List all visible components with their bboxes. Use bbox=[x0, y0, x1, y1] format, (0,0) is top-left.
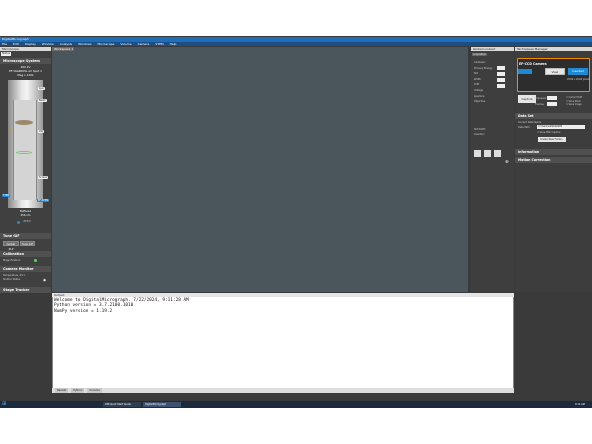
menu-help[interactable]: Help bbox=[170, 42, 177, 46]
calibration-status-icon bbox=[34, 259, 37, 262]
holder-value: 256 nm bbox=[20, 213, 31, 217]
calibration-header[interactable]: Calibration bbox=[0, 251, 51, 257]
inserted-button[interactable]: Inserted bbox=[568, 68, 588, 75]
global-lookout-header: Global Lookout bbox=[471, 47, 514, 51]
frames-label: Frames bbox=[535, 103, 544, 106]
camera-monitor-header[interactable]: Camera Monitor bbox=[0, 266, 51, 272]
tab-status[interactable]: Status bbox=[1, 52, 11, 56]
menu-stem[interactable]: STEM bbox=[155, 42, 163, 46]
screen-ring-icon bbox=[16, 151, 32, 154]
view-button[interactable]: View bbox=[545, 68, 565, 75]
menu-analysis[interactable]: Analysis bbox=[60, 42, 72, 46]
tab-results[interactable]: Results bbox=[55, 388, 69, 393]
eye-icon[interactable]: ◉ bbox=[43, 278, 47, 282]
shutter-row: Shutter Status bbox=[3, 277, 21, 281]
tab-acquisition[interactable]: Acquisition bbox=[472, 53, 488, 56]
camera-size-label: 2048 x 2048 pixels bbox=[567, 78, 590, 81]
camera-title: EF-CCD Camera bbox=[519, 62, 547, 66]
taskbar-item-guide[interactable]: DM Quick Start Guide bbox=[103, 402, 141, 407]
tool-button-1[interactable] bbox=[474, 150, 481, 157]
techniques-manager-header: Techniques Manager bbox=[515, 47, 592, 51]
ef-stem-tag[interactable]: EF-STEM bbox=[37, 199, 50, 202]
save-image-label: Save Image bbox=[568, 103, 582, 107]
taskbar-item-dm[interactable]: DigitalMicrograph bbox=[143, 402, 181, 407]
frames-input[interactable] bbox=[547, 102, 557, 106]
windows-start-icon[interactable]: ⊞ bbox=[2, 402, 7, 407]
current-data-name-label: Current Data Name bbox=[518, 121, 542, 124]
exposure-input[interactable] bbox=[547, 96, 557, 100]
holder-status: Buffered 256 nm bbox=[0, 210, 51, 217]
objective-tag[interactable]: Obj bbox=[38, 130, 45, 133]
insertion-status: Insertion bbox=[474, 133, 485, 136]
ftem-tag[interactable]: FTEM bbox=[2, 194, 11, 197]
window-title: DigitalMicrograph bbox=[2, 37, 29, 41]
output-console-text[interactable]: Welcome to DigitalMicrograph. 7/22/2024,… bbox=[54, 298, 189, 314]
column-body bbox=[13, 100, 37, 200]
slit-input[interactable] bbox=[497, 72, 505, 76]
tool-button-2[interactable] bbox=[484, 150, 491, 157]
center-zlp-button[interactable]: Center ZLP bbox=[3, 241, 19, 251]
tab-console[interactable]: Console bbox=[87, 388, 102, 393]
menu-camera[interactable]: Camera bbox=[138, 42, 150, 46]
mid-fields: Cartesian Primary Energy Slit Width Drif… bbox=[474, 60, 512, 105]
tune-gif-header[interactable]: Tune GIF bbox=[0, 233, 51, 239]
save-stack-label: Save Stack bbox=[568, 99, 581, 103]
capture-checkboxes: ☐ Correct Drift ☐ Save Stack ☐ Save Imag… bbox=[566, 96, 582, 107]
taskbar-clock: 9:14 AM bbox=[575, 403, 585, 406]
zero-status: ZERO bbox=[23, 220, 31, 223]
tab-workspace-1[interactable]: Workspace 1 bbox=[52, 47, 74, 51]
stage-tracker-header[interactable]: Stage Tracker bbox=[0, 287, 51, 293]
sample-icon bbox=[15, 120, 33, 125]
beam-tag[interactable]: Beam bbox=[38, 99, 47, 102]
indicator-dot-icon bbox=[9, 130, 11, 132]
information-header[interactable]: Information bbox=[515, 149, 592, 155]
calibration-row: Magnification bbox=[3, 259, 21, 262]
menu-windows[interactable]: Windows bbox=[78, 42, 91, 46]
output-tabs: Results Python Console bbox=[52, 388, 514, 393]
data-set-header[interactable]: Data Set bbox=[515, 113, 592, 119]
zero-icon bbox=[17, 221, 20, 224]
save-image-checkbox[interactable]: ☐ Save Image bbox=[566, 103, 582, 107]
data-path-label: Data Path bbox=[518, 126, 530, 129]
menu-microscope[interactable]: Microscope bbox=[98, 42, 115, 46]
field-objective: Objective bbox=[474, 100, 486, 104]
menu-volume[interactable]: Volume bbox=[120, 42, 131, 46]
camera-mode-toggle[interactable] bbox=[518, 69, 532, 74]
capture-button[interactable]: Capture bbox=[518, 95, 536, 103]
data-path-input[interactable]: C:\Users\Lab\Data\DM bbox=[537, 125, 585, 129]
gun-tag[interactable]: Gun bbox=[38, 87, 45, 90]
tune-gif-button[interactable]: Tune GIF bbox=[20, 241, 35, 246]
create-new-folder-button[interactable]: Create New Folder... bbox=[538, 137, 566, 142]
menu-display[interactable]: Display bbox=[25, 42, 36, 46]
mid-tool-buttons bbox=[474, 150, 510, 157]
add-icon[interactable]: ⊕ bbox=[505, 160, 510, 165]
save-after-capture-label: Save After Capture bbox=[539, 131, 561, 134]
tab-python[interactable]: Python bbox=[71, 388, 85, 393]
capture-labels: Exposure Frames bbox=[535, 96, 546, 108]
save-after-capture-checkbox[interactable]: ☐ Save After Capture bbox=[537, 131, 560, 134]
primary-energy-input[interactable] bbox=[497, 66, 505, 70]
image-workspace[interactable] bbox=[52, 47, 468, 292]
mid-status: Slit Width Insertion bbox=[474, 127, 486, 137]
menu-file[interactable]: File bbox=[2, 42, 7, 46]
camera-monitor-rows: Temperature -25 C Shutter Status bbox=[3, 274, 25, 281]
drift-input[interactable] bbox=[497, 84, 505, 88]
screen-tag[interactable]: Screen bbox=[38, 176, 49, 179]
motion-correction-header[interactable]: Motion Correction bbox=[515, 157, 592, 163]
menu-edit[interactable]: Edit bbox=[13, 42, 19, 46]
tool-button-3[interactable] bbox=[494, 150, 501, 157]
output-line: NumPy version = 1.19.2 bbox=[54, 308, 113, 314]
width-input[interactable] bbox=[497, 78, 505, 82]
microscope-system-header[interactable]: Microscope System bbox=[0, 58, 51, 64]
mag-label: Mag x 120k bbox=[17, 72, 34, 77]
mid-inputs bbox=[497, 66, 505, 90]
taskbar: ⊞ DM Quick Start Guide DigitalMicrograph… bbox=[0, 401, 592, 408]
output-header: Output bbox=[52, 293, 514, 297]
microscope-status-text: 200 kV EF-YAG600SL eV Spot 1 Mag x 120k bbox=[0, 65, 51, 77]
correct-drift-label: Correct Drift bbox=[568, 96, 583, 99]
menu-window[interactable]: Window bbox=[42, 42, 54, 46]
microscope-panel-header: Microscope bbox=[0, 47, 51, 51]
menu-bar: File Edit Display Window Analysis Window… bbox=[0, 42, 592, 46]
